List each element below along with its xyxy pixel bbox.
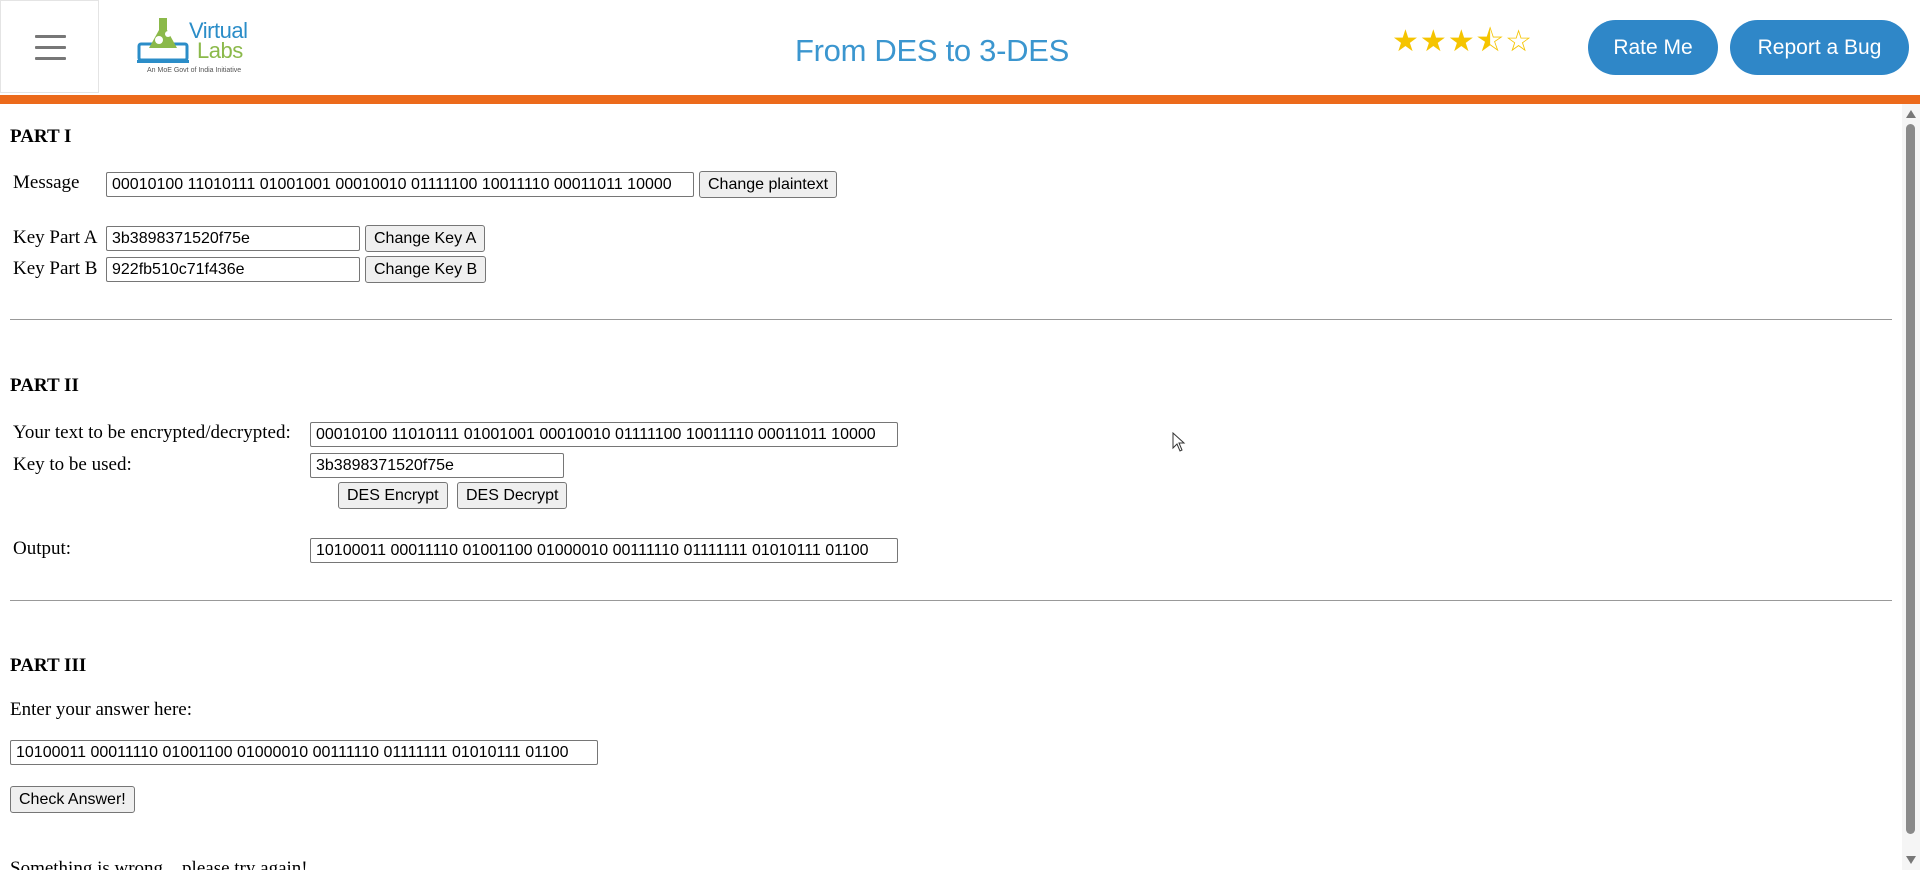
rate-me-button[interactable]: Rate Me [1588,20,1718,75]
part2-heading: PART II [10,375,79,396]
message-input[interactable]: 00010100 11010111 01001001 00010010 0111… [106,172,694,197]
des-decrypt-button[interactable]: DES Decrypt [457,482,568,509]
key-b-input[interactable]: 922fb510c71f436e [106,257,360,282]
hamburger-icon-bar [35,46,66,49]
flask-icon [137,18,189,63]
star-empty-icon[interactable]: ☆ [1505,27,1532,57]
change-key-a-button[interactable]: Change Key A [365,225,486,252]
rating-stars[interactable]: ★ ★ ★ ⯪ ☆ [1392,27,1532,57]
key-b-label: Key Part B [13,258,98,279]
text-to-process-input[interactable]: 00010100 11010111 01001001 00010010 0111… [310,422,898,447]
menu-button[interactable] [0,0,99,93]
star-half-icon[interactable]: ⯪ [1476,27,1504,57]
logo-tagline: An MoE Govt of India Initiative [147,67,242,74]
text-to-process-label: Your text to be encrypted/decrypted: [13,422,291,443]
output-label: Output: [13,538,72,559]
mouse-cursor-icon [1172,432,1186,452]
scrollbar-thumb[interactable] [1906,124,1915,834]
virtual-labs-logo[interactable]: Virtual Labs An MoE Govt of India Initia… [137,14,249,78]
scroll-up-icon[interactable] [1906,110,1916,118]
check-answer-button[interactable]: Check Answer! [10,786,135,813]
key-to-use-input[interactable]: 3b3898371520f75e [310,453,564,478]
section-divider [10,600,1892,601]
key-to-use-label: Key to be used: [13,454,132,475]
answer-input[interactable]: 10100011 00011110 01001100 01000010 0011… [10,740,598,765]
hamburger-icon-bar [35,57,66,60]
scroll-down-icon[interactable] [1906,856,1916,864]
page-title: From DES to 3-DES [795,33,1069,68]
change-key-b-button[interactable]: Change Key B [365,256,487,283]
vertical-scrollbar[interactable] [1902,104,1920,870]
header-divider [0,95,1920,104]
hamburger-icon [35,35,66,38]
logo-text-labs: Labs [197,38,243,63]
result-message: Something is wrong... please try again! [10,858,308,870]
part1-heading: PART I [10,126,72,147]
key-a-label: Key Part A [13,227,98,248]
des-encrypt-button[interactable]: DES Encrypt [338,482,448,509]
top-header: Virtual Labs An MoE Govt of India Initia… [0,0,1920,95]
experiment-content: PART I Message 00010100 11010111 0100100… [0,104,1902,870]
part3-heading: PART III [10,655,87,676]
star-full-icon[interactable]: ★ [1448,27,1475,57]
message-label: Message [13,172,80,193]
star-full-icon[interactable]: ★ [1420,27,1447,57]
key-a-input[interactable]: 3b3898371520f75e [106,226,360,251]
output-field[interactable]: 10100011 00011110 01001100 01000010 0011… [310,538,898,563]
star-full-icon[interactable]: ★ [1392,27,1419,57]
section-divider [10,319,1892,320]
report-bug-button[interactable]: Report a Bug [1730,20,1909,75]
answer-prompt: Enter your answer here: [10,699,193,720]
change-plaintext-button[interactable]: Change plaintext [699,171,838,198]
